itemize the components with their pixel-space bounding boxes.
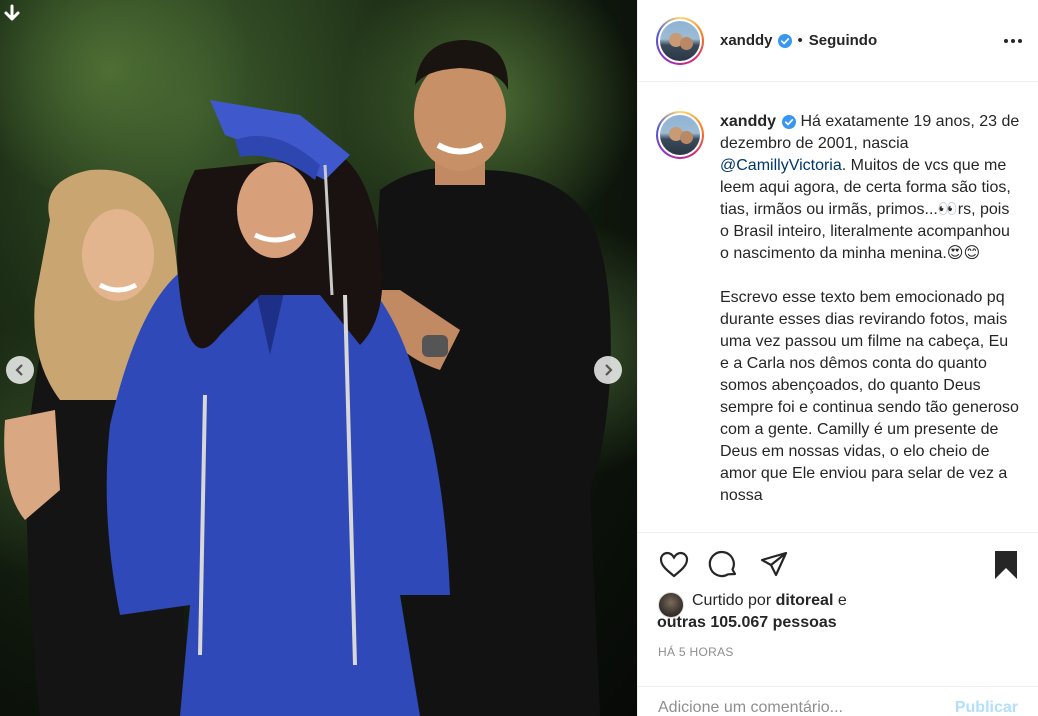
send-icon[interactable] xyxy=(758,549,790,581)
action-bar xyxy=(638,532,1038,594)
post-side-panel: xanddy • Seguindo xanddy Há exatamente 1… xyxy=(637,0,1038,716)
caption-username[interactable]: xanddy xyxy=(720,113,776,130)
post-timestamp[interactable]: HÁ 5 HORAS xyxy=(658,645,734,659)
bookmark-icon[interactable] xyxy=(990,549,1022,581)
liked-by-prefix: Curtido por xyxy=(692,592,776,609)
caption-mention-link[interactable]: @CamillyVictoria xyxy=(720,157,842,174)
separator-dot: • xyxy=(797,32,803,49)
likes-count-link[interactable]: outras 105.067 pessoas xyxy=(657,612,847,634)
caption-paragraph-1: xanddy Há exatamente 19 anos, 23 de deze… xyxy=(720,111,1020,265)
publish-button[interactable]: Publicar xyxy=(955,699,1018,716)
caption-author-avatar[interactable] xyxy=(656,111,704,159)
likes-summary: Curtido por ditoreal e outras 105.067 pe… xyxy=(657,590,847,634)
graduate-center xyxy=(106,100,451,716)
carousel-next-button[interactable] xyxy=(594,356,622,384)
verified-badge-icon xyxy=(777,33,792,48)
author-username[interactable]: xanddy xyxy=(720,32,773,49)
more-options-icon[interactable] xyxy=(1004,38,1022,43)
caption-paragraph-2: Escrevo esse texto bem emocionado pq dur… xyxy=(720,289,1019,504)
caption-text: xanddy Há exatamente 19 anos, 23 de deze… xyxy=(720,111,1020,529)
chevron-right-icon xyxy=(605,364,613,376)
carousel-prev-button[interactable] xyxy=(6,356,34,384)
post-header: xanddy • Seguindo xyxy=(638,0,1038,82)
liked-by-connector: e xyxy=(833,592,847,609)
caption-row: xanddy Há exatamente 19 anos, 23 de deze… xyxy=(656,111,1022,529)
caption-area: xanddy Há exatamente 19 anos, 23 de deze… xyxy=(638,83,1038,532)
post-photo[interactable] xyxy=(0,0,637,716)
heart-icon[interactable] xyxy=(658,549,690,581)
comment-input[interactable]: Adicione um comentário... xyxy=(658,699,843,716)
verified-badge-icon xyxy=(782,114,797,129)
chevron-left-icon xyxy=(15,364,23,376)
liker-username[interactable]: ditoreal xyxy=(776,592,834,609)
download-arrow-icon[interactable] xyxy=(2,4,22,24)
comment-bar: Adicione um comentário... Publicar xyxy=(638,686,1038,716)
following-button[interactable]: Seguindo xyxy=(809,32,877,49)
comment-icon[interactable] xyxy=(708,549,740,581)
author-avatar[interactable] xyxy=(656,16,704,65)
